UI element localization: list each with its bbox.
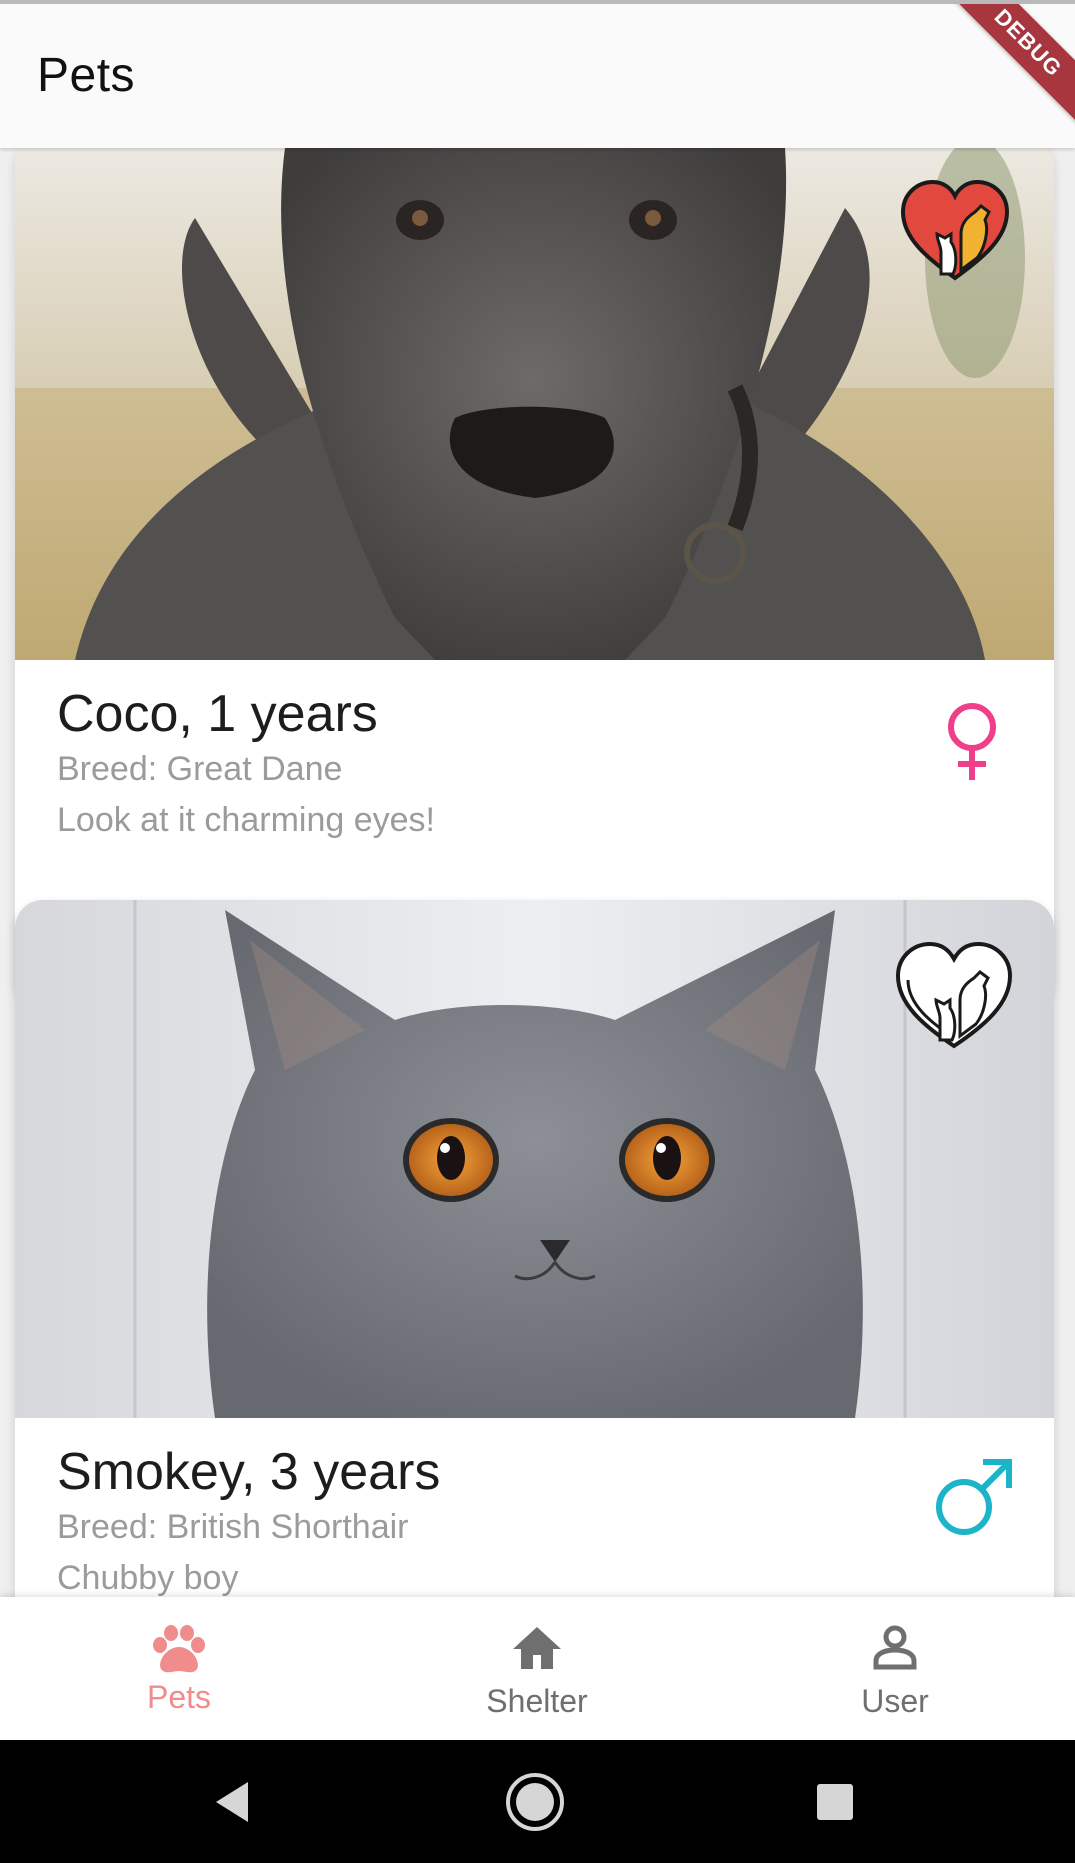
nav-item-pets[interactable]: Pets (0, 1597, 358, 1740)
pet-name-age: Smokey, 3 years (57, 1443, 441, 1501)
back-icon[interactable] (212, 1780, 252, 1824)
home-circle-icon[interactable] (504, 1771, 566, 1833)
system-navigation-bar (0, 1740, 1075, 1863)
pet-description: Chubby boy (57, 1559, 239, 1597)
pet-breed: Breed: British Shorthair (57, 1508, 409, 1546)
nav-item-shelter[interactable]: Shelter (358, 1597, 716, 1740)
pet-description: Look at it charming eyes! (57, 801, 435, 839)
nav-label-user: User (861, 1683, 929, 1719)
male-icon (933, 1456, 1015, 1538)
favorite-heart-outline-icon[interactable] (892, 940, 1016, 1052)
home-icon (513, 1627, 561, 1669)
pet-name-age: Coco, 1 years (57, 685, 378, 743)
nav-label-pets: Pets (146, 1679, 212, 1715)
nav-label-shelter: Shelter (486, 1683, 588, 1719)
female-icon (943, 702, 1001, 782)
pet-breed: Breed: Great Dane (57, 750, 343, 788)
app-bar: Pets DEBUG (0, 0, 1075, 148)
favorite-heart-icon[interactable] (897, 178, 1013, 284)
pet-card[interactable]: Smokey, 3 years Breed: British Shorthair… (15, 900, 1054, 1598)
paw-icon (153, 1625, 205, 1673)
nav-item-user[interactable]: User (716, 1597, 1074, 1740)
pet-info: Smokey, 3 years Breed: British Shorthair… (15, 1418, 1054, 1598)
person-icon (873, 1625, 917, 1670)
debug-banner: DEBUG (938, 4, 1075, 133)
pet-card[interactable]: Coco, 1 years Breed: Great Dane Look at … (15, 148, 1054, 1006)
recents-icon[interactable] (815, 1782, 855, 1822)
pet-feed[interactable]: Coco, 1 years Breed: Great Dane Look at … (0, 148, 1075, 1598)
page-title: Pets (37, 49, 136, 102)
bottom-navigation: Pets Shelter User (0, 1597, 1075, 1740)
